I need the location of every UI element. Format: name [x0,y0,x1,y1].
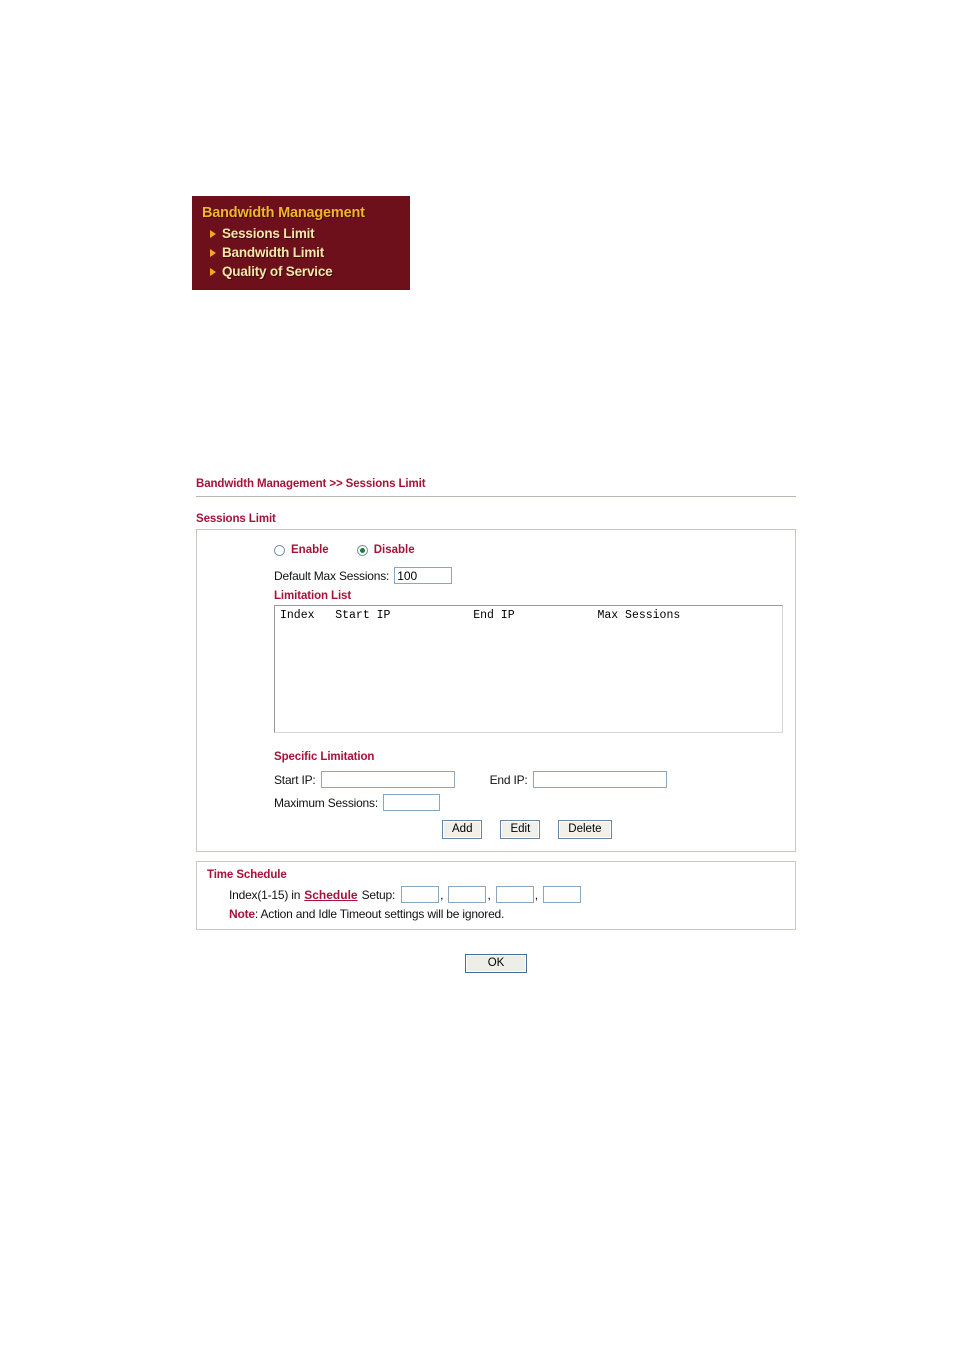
schedule-setup-link[interactable]: Schedule [304,888,357,902]
specific-limitation-group: Specific Limitation Start IP: End IP: Ma… [274,751,783,839]
schedule-index-prefix: Index(1-15) in [229,887,301,902]
arrow-right-icon [210,267,216,276]
edit-button[interactable]: Edit [500,820,541,839]
start-ip-input[interactable] [320,771,455,788]
radio-option-disable[interactable]: Disable [356,544,415,556]
note-text: : Action and Idle Timeout settings will … [254,907,505,921]
header-divider [196,496,796,497]
radio-enable-indicator [274,544,285,556]
time-schedule-title: Time Schedule [207,869,287,881]
schedule-index-row: Index(1-15) in Schedule Setup: , , , [207,886,785,903]
limitation-list-columns: Index Start IP End IP Max Sessions [280,609,681,622]
schedule-index-input-4[interactable] [543,886,582,903]
specific-limitation-title: Specific Limitation [274,751,375,763]
nav-item-bandwidth-limit[interactable]: Bandwidth Limit [192,243,410,262]
nav-item-sessions-limit[interactable]: Sessions Limit [192,224,410,243]
default-max-sessions-input[interactable] [394,567,453,584]
footer-actions: OK [196,954,796,973]
start-ip-label: Start IP: [274,772,316,787]
radio-disable-label: Disable [373,544,415,556]
arrow-right-icon [210,248,216,257]
schedule-index-input-1[interactable] [401,886,440,903]
sessions-limit-panel: Enable Disable Default Max Sessions: Lim… [196,529,796,852]
ip-range-row: Start IP: End IP: [274,771,783,788]
limitation-list-box[interactable]: Index Start IP End IP Max Sessions [274,605,783,733]
schedule-index-input-2[interactable] [448,886,487,903]
nav-item-label: Bandwidth Limit [222,245,324,260]
schedule-separator: , [487,887,491,902]
default-max-sessions-label: Default Max Sessions: [274,568,390,583]
delete-button[interactable]: Delete [558,820,612,839]
schedule-index-suffix: Setup: [361,887,396,902]
limitation-list-label: Limitation List [274,590,352,602]
arrow-right-icon [210,229,216,238]
nav-item-label: Quality of Service [222,264,333,279]
time-schedule-panel: Time Schedule Index(1-15) in Schedule Se… [196,861,796,930]
ok-button[interactable]: OK [465,954,527,973]
radio-option-enable[interactable]: Enable [274,544,329,556]
enable-disable-radio-group: Enable Disable [274,544,783,556]
bandwidth-management-nav-menu: Bandwidth Management Sessions Limit Band… [192,196,410,290]
nav-menu-title: Bandwidth Management [202,205,365,221]
page-title: Sessions Limit [196,513,276,525]
sessions-limit-page: Bandwidth Management >> Sessions Limit S… [196,478,796,973]
note-label: Note [229,907,255,921]
end-ip-input[interactable] [532,771,667,788]
maximum-sessions-label: Maximum Sessions: [274,795,378,810]
schedule-separator: , [440,887,444,902]
maximum-sessions-row: Maximum Sessions: [274,794,783,811]
radio-disable-indicator [356,544,368,556]
default-max-sessions-row: Default Max Sessions: [274,567,783,584]
limitation-action-buttons: Add Edit Delete [274,820,783,839]
radio-enable-label: Enable [291,544,329,556]
schedule-separator: , [534,887,539,902]
schedule-index-input-3[interactable] [495,886,534,903]
maximum-sessions-input[interactable] [382,794,440,811]
time-schedule-note: Note: Action and Idle Timeout settings w… [207,907,785,921]
breadcrumb: Bandwidth Management >> Sessions Limit [196,478,426,490]
schedule-index-inputs: , , , [401,886,582,903]
nav-item-quality-of-service[interactable]: Quality of Service [192,262,410,281]
add-button[interactable]: Add [442,820,483,839]
nav-item-label: Sessions Limit [222,226,315,241]
end-ip-label: End IP: [489,772,528,787]
sessions-limit-body: Enable Disable Default Max Sessions: Lim… [209,544,783,839]
